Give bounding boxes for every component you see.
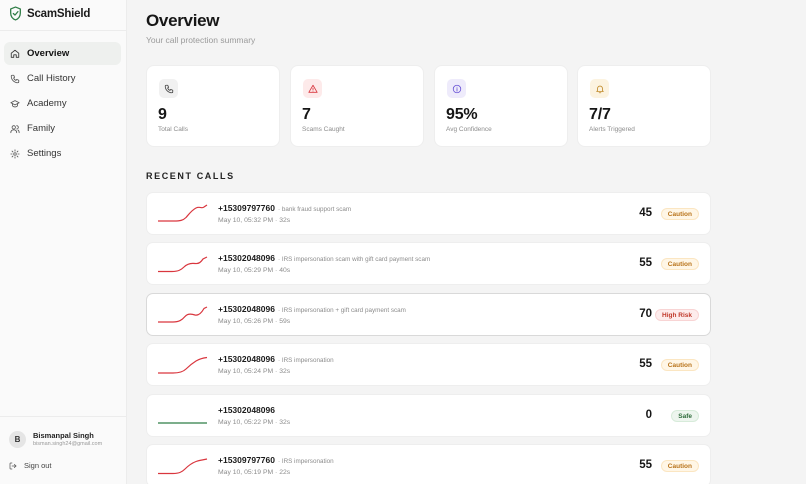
- app-name: ScamShield: [27, 7, 91, 20]
- stat-label: Alerts Triggered: [589, 126, 635, 133]
- risk-sparkline: [158, 256, 208, 273]
- sidebar-item-settings[interactable]: Settings: [4, 142, 121, 165]
- warning-icon: [307, 84, 318, 93]
- sign-out-button[interactable]: Sign out: [9, 461, 52, 470]
- risk-score: 70: [639, 308, 652, 320]
- call-number-line: +15302048096: [218, 405, 278, 415]
- sidebar-item-label: Overview: [27, 48, 70, 59]
- call-description: · bank fraud support scam: [277, 206, 352, 213]
- shield-check-icon: [10, 6, 21, 21]
- sidebar-item-overview[interactable]: Overview: [4, 42, 121, 65]
- call-row[interactable]: +15309797760 · IRS impersonation May 10, …: [146, 444, 711, 484]
- status-badge: Safe: [671, 410, 699, 422]
- call-number: +15309797760: [218, 455, 275, 465]
- risk-score: 55: [639, 257, 652, 269]
- sidebar: ScamShield Overview Call History Academy…: [0, 0, 127, 484]
- stat-value: 7: [302, 106, 311, 123]
- risk-sparkline: [158, 306, 208, 323]
- call-meta: May 10, 05:19 PM · 22s: [218, 469, 291, 476]
- stat-value: 9: [158, 106, 167, 123]
- sidebar-item-label: Academy: [27, 98, 67, 109]
- stat-icon-badge: [590, 79, 609, 98]
- user-name: Bismanpal Singh: [33, 431, 94, 440]
- risk-score: 0: [645, 409, 652, 421]
- divider: [0, 30, 127, 31]
- stat-value: 7/7: [589, 106, 611, 123]
- risk-score: 55: [639, 358, 652, 370]
- call-description: · IRS impersonation scam with gift card …: [277, 256, 431, 263]
- call-meta: May 10, 05:32 PM · 32s: [218, 217, 291, 224]
- call-number: +15302048096: [218, 253, 275, 263]
- safe-sparkline: [158, 422, 207, 424]
- sidebar-item-label: Family: [27, 123, 55, 134]
- user-profile[interactable]: B Bismanpal Singh bisman.singh24@gmail.c…: [9, 431, 102, 448]
- status-badge: High Risk: [655, 309, 699, 321]
- stat-value: 95%: [446, 106, 478, 123]
- page-subtitle: Your call protection summary: [146, 35, 256, 45]
- risk-sparkline: [158, 204, 208, 222]
- call-number-line: +15302048096 · IRS impersonation: [218, 354, 334, 364]
- sidebar-item-label: Call History: [27, 73, 76, 84]
- call-number: +15309797760: [218, 203, 275, 213]
- divider: [0, 416, 127, 417]
- call-meta: May 10, 05:29 PM · 40s: [218, 267, 291, 274]
- status-badge: Caution: [660, 258, 699, 270]
- home-icon: [10, 49, 20, 58]
- info-icon: [452, 84, 461, 93]
- users-icon: [10, 124, 20, 133]
- sidebar-item-call-history[interactable]: Call History: [4, 67, 121, 90]
- call-meta: May 10, 05:26 PM · 59s: [218, 318, 291, 325]
- sidebar-nav: Overview Call History Academy Family Set…: [4, 42, 121, 167]
- stat-icon-badge: [303, 79, 322, 98]
- risk-sparkline: [158, 458, 208, 475]
- stat-label: Avg Confidence: [446, 126, 492, 133]
- user-email: bisman.singh24@gmail.com: [33, 441, 103, 447]
- call-description: · IRS impersonation: [277, 458, 334, 465]
- call-row[interactable]: +15309797760 · bank fraud support scam Ma…: [146, 192, 711, 235]
- stat-icon-badge: [447, 79, 466, 98]
- sign-out-label: Sign out: [24, 461, 52, 470]
- gear-icon: [10, 148, 20, 159]
- stat-card-alerts-triggered: 7/7 Alerts Triggered: [577, 65, 711, 147]
- call-meta: May 10, 05:24 PM · 32s: [218, 368, 291, 375]
- status-badge: Caution: [660, 359, 699, 371]
- brand[interactable]: ScamShield: [9, 6, 90, 21]
- phone-icon: [164, 84, 173, 93]
- call-number: +15302048096: [218, 405, 275, 415]
- stat-card-scams-caught: 7 Scams Caught: [290, 65, 424, 147]
- sidebar-item-academy[interactable]: Academy: [4, 92, 121, 115]
- call-number-line: +15302048096 · IRS impersonation + gift c…: [218, 304, 406, 314]
- call-number-line: +15302048096 · IRS impersonation scam wit…: [218, 253, 430, 263]
- stat-card-avg-confidence: 95% Avg Confidence: [434, 65, 568, 147]
- status-badge: Caution: [660, 208, 699, 220]
- call-row[interactable]: +15302048096 · IRS impersonation + gift c…: [146, 293, 711, 336]
- call-number: +15302048096: [218, 304, 275, 314]
- call-description: · IRS impersonation + gift card payment …: [277, 307, 406, 314]
- call-number-line: +15309797760 · bank fraud support scam: [218, 203, 351, 213]
- phone-icon: [10, 74, 20, 83]
- page-title: Overview: [146, 11, 220, 30]
- risk-sparkline: [158, 356, 208, 374]
- risk-score: 45: [639, 207, 652, 219]
- stat-icon-badge: [159, 79, 178, 98]
- avatar: B: [9, 431, 26, 448]
- call-meta: May 10, 05:22 PM · 32s: [218, 419, 291, 426]
- sidebar-item-family[interactable]: Family: [4, 117, 121, 140]
- call-row[interactable]: +15302048096 · IRS impersonation May 10, …: [146, 343, 711, 386]
- sidebar-item-label: Settings: [27, 148, 62, 159]
- call-number: +15302048096: [218, 354, 275, 364]
- call-description: · IRS impersonation: [277, 357, 334, 364]
- graduation-cap-icon: [10, 99, 20, 107]
- status-badge: Caution: [660, 460, 699, 472]
- call-row[interactable]: +15302048096 May 10, 05:22 PM · 32s 0 Sa…: [146, 394, 711, 437]
- log-out-icon: [9, 462, 17, 469]
- stat-label: Total Calls: [158, 126, 188, 133]
- bell-icon: [595, 85, 604, 93]
- risk-score: 55: [639, 459, 652, 471]
- call-number-line: +15309797760 · IRS impersonation: [218, 455, 334, 465]
- recent-calls-heading: RECENT CALLS: [146, 171, 235, 181]
- stat-label: Scams Caught: [302, 126, 345, 133]
- stat-card-total-calls: 9 Total Calls: [146, 65, 280, 147]
- call-row[interactable]: +15302048096 · IRS impersonation scam wit…: [146, 242, 711, 285]
